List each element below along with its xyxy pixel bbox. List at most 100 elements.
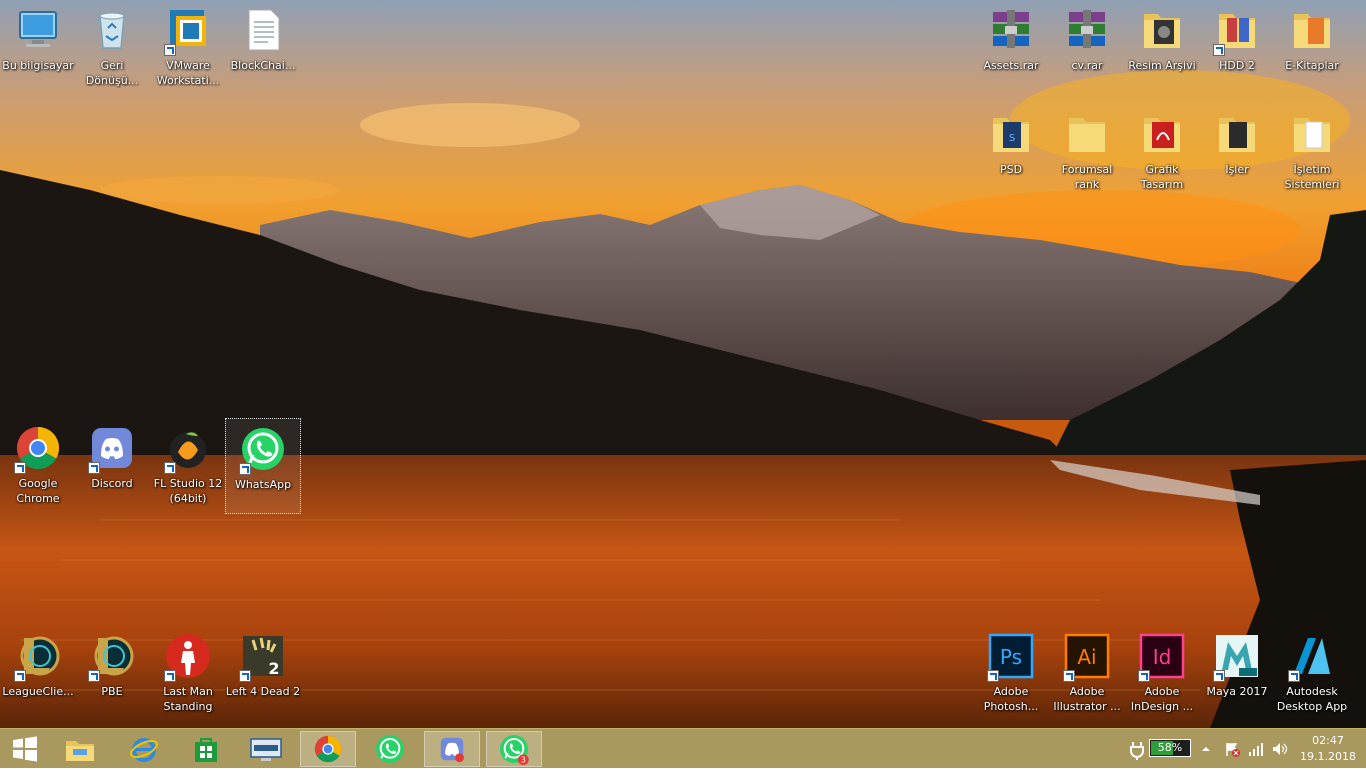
shortcut-arrow-icon	[164, 462, 176, 474]
desktop-icon-label-line: E-Kitaplar	[1285, 59, 1339, 72]
ie-icon	[130, 738, 158, 762]
desktop-shortcut[interactable]: Google Chrome	[0, 418, 76, 514]
shortcut-arrow-icon	[239, 463, 251, 475]
desktop-icon-label-line: FL Studio 12	[153, 477, 223, 490]
desktop-shortcut[interactable]: S PSD	[973, 104, 1049, 200]
illustrator-icon: Ai	[1063, 632, 1111, 682]
whatsapp-icon	[376, 735, 404, 763]
lenovo-button[interactable]	[238, 731, 294, 767]
folder-icon	[1138, 110, 1186, 158]
desktop-shortcut[interactable]: Last Man Standing	[150, 626, 226, 722]
desktop-icon-label-line: Adobe	[1069, 685, 1105, 698]
desktop-icon-label-line: Last Man	[163, 685, 213, 698]
desktop-icon-label-line: Photosh...	[983, 700, 1039, 713]
tray-flag	[1224, 729, 1240, 769]
desktop-shortcut[interactable]: Autodesk Desktop App	[1274, 626, 1350, 722]
chevron-up-icon[interactable]	[1200, 743, 1212, 755]
discord-taskbar-button[interactable]	[424, 731, 480, 767]
svg-text:Id: Id	[1153, 645, 1172, 669]
desktop-shortcut[interactable]: Id Adobe InDesign ...	[1124, 626, 1200, 722]
desktop-shortcut[interactable]: Forumsal rank	[1049, 104, 1125, 200]
desktop-icon-label: Last Man Standing	[150, 684, 226, 714]
desktop-shortcut[interactable]: İşletim Sistemleri	[1274, 104, 1350, 200]
desktop[interactable]: Bu bilgisayar Geri Dönüşü... VMware Workstat…	[0, 0, 1366, 728]
last-man-standing-icon	[164, 632, 212, 682]
desktop-icon-label: cv.rar	[1049, 58, 1125, 73]
desktop-icon-label: Maya 2017	[1199, 684, 1275, 699]
desktop-icon-label-line: rank	[1074, 178, 1100, 191]
signal-bars-icon[interactable]	[1248, 742, 1264, 756]
desktop-icon-label-line: VMware	[166, 59, 210, 72]
desktop-shortcut[interactable]: VMware Workstati...	[150, 0, 226, 96]
desktop-shortcut[interactable]: Discord	[74, 418, 150, 514]
whatsapp-taskbar-button[interactable]	[362, 731, 418, 767]
vmware-icon	[164, 6, 212, 56]
whatsapp-taskbar-button-2[interactable]: 3	[486, 731, 542, 767]
clock[interactable]: 02:47 19.1.2018	[1298, 733, 1358, 765]
shortcut-arrow-icon	[1213, 670, 1225, 682]
chrome-taskbar-button[interactable]	[300, 731, 356, 767]
desktop-shortcut[interactable]: Bu bilgisayar	[0, 0, 76, 96]
desktop-icon-label: Adobe Illustrator ...	[1049, 684, 1125, 714]
desktop-icon-label-line: Geri	[100, 59, 124, 72]
battery-indicator[interactable]: 58%	[1149, 739, 1191, 757]
svg-text:Ai: Ai	[1077, 645, 1096, 669]
autodesk-app-icon	[1288, 632, 1336, 682]
discord-icon	[88, 424, 136, 474]
file-explorer-button[interactable]	[52, 731, 108, 767]
desktop-shortcut[interactable]: WhatsApp	[225, 418, 301, 514]
desktop-icon-label-line: Grafik	[1145, 163, 1179, 176]
shortcut-arrow-icon	[164, 44, 176, 56]
desktop-shortcut[interactable]: cv.rar	[1049, 0, 1125, 96]
this-pc-icon	[14, 6, 62, 54]
tray-volume	[1272, 729, 1288, 769]
power-plug-icon[interactable]	[1128, 740, 1146, 760]
desktop-icon-label-line: Left 4 Dead 2	[225, 685, 301, 698]
speaker-icon[interactable]	[1272, 742, 1288, 756]
desktop-icon-label-line: HDD 2	[1219, 59, 1255, 72]
left4dead2-icon: 2	[239, 632, 287, 682]
taskbar: 3 58% 02:47 19.1.2018	[0, 728, 1366, 768]
shortcut-arrow-icon	[1288, 670, 1300, 682]
desktop-shortcut[interactable]: FL Studio 12 (64bit)	[150, 418, 226, 514]
desktop-shortcut[interactable]: Grafik Tasarım	[1124, 104, 1200, 200]
folder-icon	[1138, 6, 1186, 54]
desktop-icon-label-line: Desktop App	[1276, 700, 1348, 713]
shortcut-arrow-icon	[1138, 670, 1150, 682]
desktop-shortcut[interactable]: Maya 2017	[1199, 626, 1275, 722]
shortcut-arrow-icon	[987, 670, 999, 682]
desktop-icon-label-line: Tasarım	[1140, 178, 1184, 191]
desktop-shortcut[interactable]: LeagueClie...	[0, 626, 76, 722]
desktop-shortcut[interactable]: Assets.rar	[973, 0, 1049, 96]
desktop-shortcut[interactable]: PBE	[74, 626, 150, 722]
shortcut-arrow-icon	[164, 670, 176, 682]
desktop-shortcut[interactable]: E-Kitaplar	[1274, 0, 1350, 96]
desktop-icon-label-line: Forumsal	[1061, 163, 1113, 176]
desktop-shortcut[interactable]: Resim Arşivi	[1124, 0, 1200, 96]
chrome-icon	[314, 735, 342, 763]
desktop-shortcut[interactable]: Ps Adobe Photosh...	[973, 626, 1049, 722]
desktop-shortcut[interactable]: BlockChai...	[225, 0, 301, 96]
unread-count-badge: 3	[521, 756, 526, 765]
store-button[interactable]	[178, 731, 234, 767]
photoshop-icon: Ps	[987, 632, 1035, 682]
start-button[interactable]	[0, 731, 50, 767]
action-center-flag-icon[interactable]	[1224, 741, 1240, 757]
folder-icon: S	[987, 110, 1035, 158]
desktop-icon-label: Assets.rar	[973, 58, 1049, 73]
desktop-icon-label: Resim Arşivi	[1124, 58, 1200, 73]
internet-explorer-button[interactable]	[116, 731, 172, 767]
desktop-icon-label-line: WhatsApp	[234, 478, 292, 491]
desktop-icon-label: Forumsal rank	[1049, 162, 1125, 192]
desktop-shortcut[interactable]: Geri Dönüşü...	[74, 0, 150, 96]
folder-icon	[1288, 110, 1336, 158]
desktop-shortcut[interactable]: 2 Left 4 Dead 2	[225, 626, 301, 722]
desktop-icon-label-line: Assets.rar	[983, 59, 1039, 72]
desktop-shortcut[interactable]: HDD 2	[1199, 0, 1275, 96]
desktop-icon-label: FL Studio 12 (64bit)	[150, 476, 226, 506]
desktop-shortcut[interactable]: İşler	[1199, 104, 1275, 200]
desktop-shortcut[interactable]: Ai Adobe Illustrator ...	[1049, 626, 1125, 722]
maya-icon	[1213, 632, 1261, 682]
desktop-icon-label: BlockChai...	[225, 58, 301, 73]
recycle-bin-icon	[88, 6, 136, 54]
